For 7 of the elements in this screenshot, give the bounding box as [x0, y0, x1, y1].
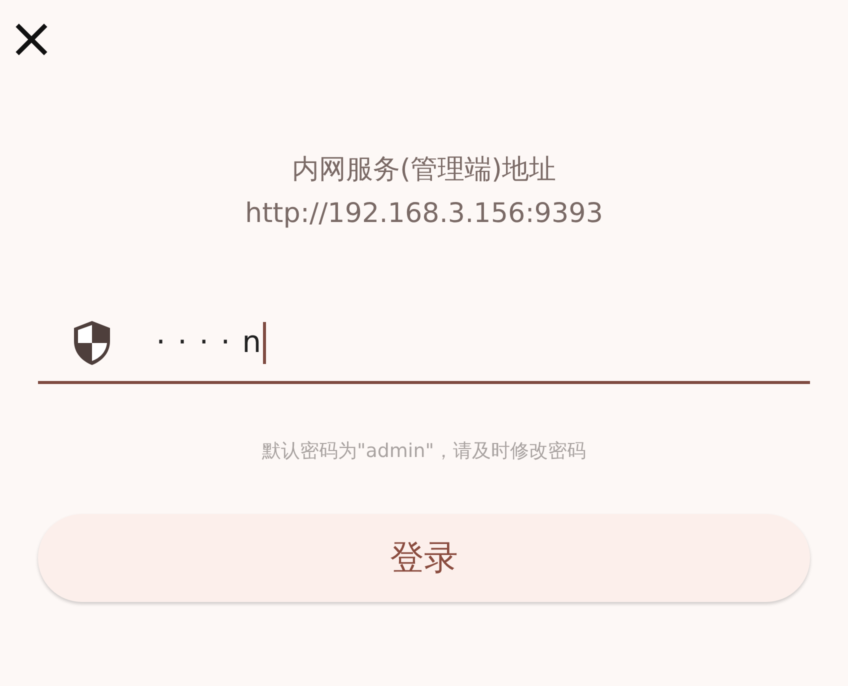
- password-hint: 默认密码为"admin"，请及时修改密码: [260, 439, 587, 464]
- login-button[interactable]: 登录: [38, 514, 810, 602]
- password-field[interactable]: ····n: [38, 304, 810, 384]
- server-address: http://192.168.3.156:9393: [244, 197, 604, 231]
- close-button[interactable]: ×: [8, 14, 54, 64]
- server-label: 内网服务(管理端)地址: [292, 153, 556, 187]
- text-cursor: [263, 322, 266, 364]
